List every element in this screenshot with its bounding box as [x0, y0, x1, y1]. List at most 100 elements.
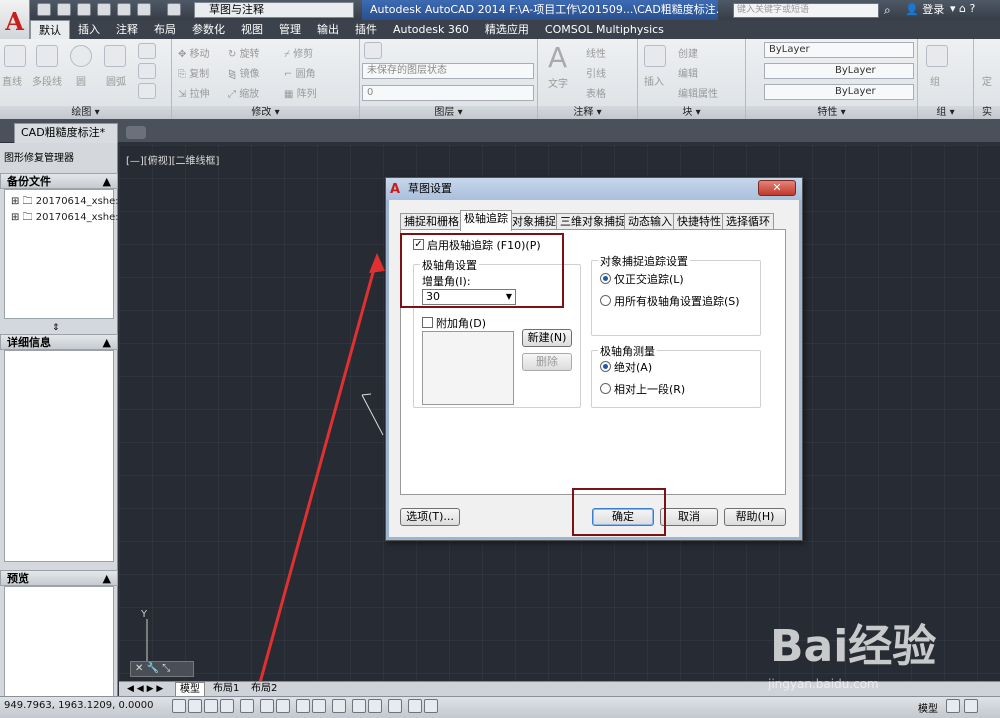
window-controls[interactable]: ▾ ⌂ ?	[950, 2, 975, 15]
linear-dim-tool[interactable]: 线性	[586, 45, 606, 60]
edit-block-tool[interactable]: 编辑	[678, 65, 698, 80]
tab-model[interactable]: 模型	[175, 682, 205, 697]
polar-tracking-icon[interactable]	[240, 699, 254, 713]
polyline-tool[interactable]: 多段线	[32, 73, 62, 88]
tab-polar-tracking[interactable]: 极轴追踪	[460, 210, 512, 231]
group-tool[interactable]: 组	[930, 73, 940, 88]
list-item[interactable]: ⊞ 🗀 20170614_xshe:	[11, 194, 119, 211]
collapse-icon[interactable]: ▲	[103, 571, 111, 587]
save-as-icon[interactable]	[97, 3, 111, 16]
quick-view-drawings-icon[interactable]	[964, 699, 978, 713]
list-item[interactable]: ⊞ 🗀 20170614_xshe:	[11, 210, 119, 227]
tab-plugins[interactable]: 插件	[347, 20, 385, 39]
tab-selection-cycling[interactable]: 选择循环	[722, 213, 774, 230]
properties-panel-title[interactable]: 特性 ▾	[746, 106, 917, 119]
layout-nav-icon[interactable]: ◀ ◀ ▶ ▶	[123, 682, 167, 697]
command-line-controls[interactable]: ✕ 🔧 ⤡	[130, 661, 194, 677]
hatch-icon[interactable]	[138, 63, 156, 79]
3d-object-snap-icon[interactable]	[276, 699, 290, 713]
document-tab[interactable]: CAD粗糙度标注* ✕	[14, 123, 118, 157]
object-snap-icon[interactable]	[260, 699, 274, 713]
new-file-icon[interactable]	[37, 3, 51, 16]
tab-snap-grid[interactable]: 捕捉和栅格	[400, 213, 463, 230]
tab-layout1[interactable]: 布局1	[209, 682, 243, 697]
measure-tool[interactable]: 定	[982, 73, 992, 88]
options-button[interactable]: 选项(T)...	[400, 508, 460, 526]
search-input[interactable]: 键入关键字或短语	[733, 3, 879, 18]
draw-panel-title[interactable]: 绘图 ▾	[0, 106, 171, 119]
redo-icon[interactable]	[167, 3, 181, 16]
transparency-icon[interactable]	[368, 699, 382, 713]
create-block-tool[interactable]: 创建	[678, 45, 698, 60]
open-file-icon[interactable]	[57, 3, 71, 16]
lineweight-select[interactable]: ByLayer	[764, 84, 914, 100]
tab-dynamic-input[interactable]: 动态输入	[624, 213, 676, 230]
backup-files-header[interactable]: 备份文件 ▲	[0, 173, 118, 189]
move-tool[interactable]: ✥ 移动	[178, 45, 210, 60]
table-icon[interactable]	[138, 83, 156, 99]
tab-layout2[interactable]: 布局2	[247, 682, 281, 697]
splitter-handle[interactable]: ⇕	[52, 323, 60, 333]
tab-comsol[interactable]: COMSOL Multiphysics	[537, 20, 672, 39]
rotate-tool[interactable]: ↻ 旋转	[228, 45, 260, 60]
color-select[interactable]: ByLayer	[764, 42, 914, 58]
tab-3d-object-snap[interactable]: 三维对象捕捉	[556, 213, 630, 230]
selection-cycling-icon[interactable]	[408, 699, 422, 713]
tab-manage[interactable]: 管理	[271, 20, 309, 39]
text-icon[interactable]: A	[548, 41, 567, 74]
ortho-only-radio[interactable]	[600, 273, 611, 284]
model-space-button[interactable]: 模型	[918, 700, 938, 715]
modify-panel-title[interactable]: 修改 ▾	[172, 106, 359, 119]
additional-angle-checkbox[interactable]	[422, 317, 433, 328]
tab-object-snap[interactable]: 对象捕捉	[508, 213, 560, 230]
leader-tool[interactable]: 引线	[586, 65, 606, 80]
copy-tool[interactable]: ⎘ 复制	[178, 65, 209, 80]
annotation-monitor-icon[interactable]	[424, 699, 438, 713]
cancel-button[interactable]: 取消	[660, 508, 718, 526]
trim-tool[interactable]: ⌿ 修剪	[284, 45, 313, 60]
additional-angle-list[interactable]	[422, 331, 514, 405]
infer-constraints-icon[interactable]	[172, 699, 186, 713]
polyline-icon[interactable]	[36, 45, 58, 67]
arc-icon[interactable]	[104, 45, 126, 67]
tab-view[interactable]: 视图	[233, 20, 271, 39]
tab-output[interactable]: 输出	[309, 20, 347, 39]
layer-state-select[interactable]: 未保存的图层状态	[362, 63, 534, 79]
tab-parametric[interactable]: 参数化	[184, 20, 233, 39]
dynamic-input-icon[interactable]	[332, 699, 346, 713]
layers-panel-title[interactable]: 图层 ▾	[360, 106, 537, 119]
annotation-panel-title[interactable]: 注释 ▾	[538, 106, 637, 119]
insert-tool[interactable]: 插入	[644, 73, 664, 88]
dynamic-ucs-icon[interactable]	[312, 699, 326, 713]
print-icon[interactable]	[117, 3, 131, 16]
linetype-select[interactable]: ByLayer	[764, 63, 914, 79]
group-panel-title[interactable]: 组 ▾	[918, 106, 973, 119]
table-tool[interactable]: 表格	[586, 85, 606, 100]
relative-radio[interactable]	[600, 383, 611, 394]
close-button[interactable]: ✕	[758, 180, 796, 196]
arc-tool[interactable]: 圆弧	[106, 73, 126, 88]
login-button[interactable]: 👤 登录	[905, 2, 944, 18]
object-snap-tracking-icon[interactable]	[296, 699, 310, 713]
all-polar-radio[interactable]	[600, 295, 611, 306]
circle-icon[interactable]	[70, 45, 92, 67]
tab-quick-properties[interactable]: 快捷特性	[673, 213, 725, 230]
coordinates-readout[interactable]: 949.7963, 1963.1209, 0.0000	[4, 700, 154, 711]
tab-annotate[interactable]: 注释	[108, 20, 146, 39]
tab-autodesk360[interactable]: Autodesk 360	[385, 20, 477, 39]
new-angle-button[interactable]: 新建(N)	[522, 329, 572, 347]
grid-display-icon[interactable]	[204, 699, 218, 713]
layer-properties-icon[interactable]	[364, 42, 382, 59]
workspace-select[interactable]: 草图与注释	[194, 2, 354, 18]
new-tab-button[interactable]	[126, 126, 146, 139]
dialog-title-bar[interactable]: 草图设置	[386, 178, 802, 200]
line-icon[interactable]	[4, 45, 26, 67]
edit-attributes-tool[interactable]: 编辑属性	[678, 85, 718, 100]
save-icon[interactable]	[77, 3, 91, 16]
snap-mode-icon[interactable]	[188, 699, 202, 713]
array-tool[interactable]: ▦ 阵列	[284, 85, 317, 100]
collapse-icon[interactable]: ▲	[103, 174, 111, 190]
delete-angle-button[interactable]: 删除	[522, 353, 572, 371]
search-icon[interactable]: ⌕	[884, 3, 898, 17]
fillet-tool[interactable]: ⌐ 圆角	[284, 65, 316, 80]
